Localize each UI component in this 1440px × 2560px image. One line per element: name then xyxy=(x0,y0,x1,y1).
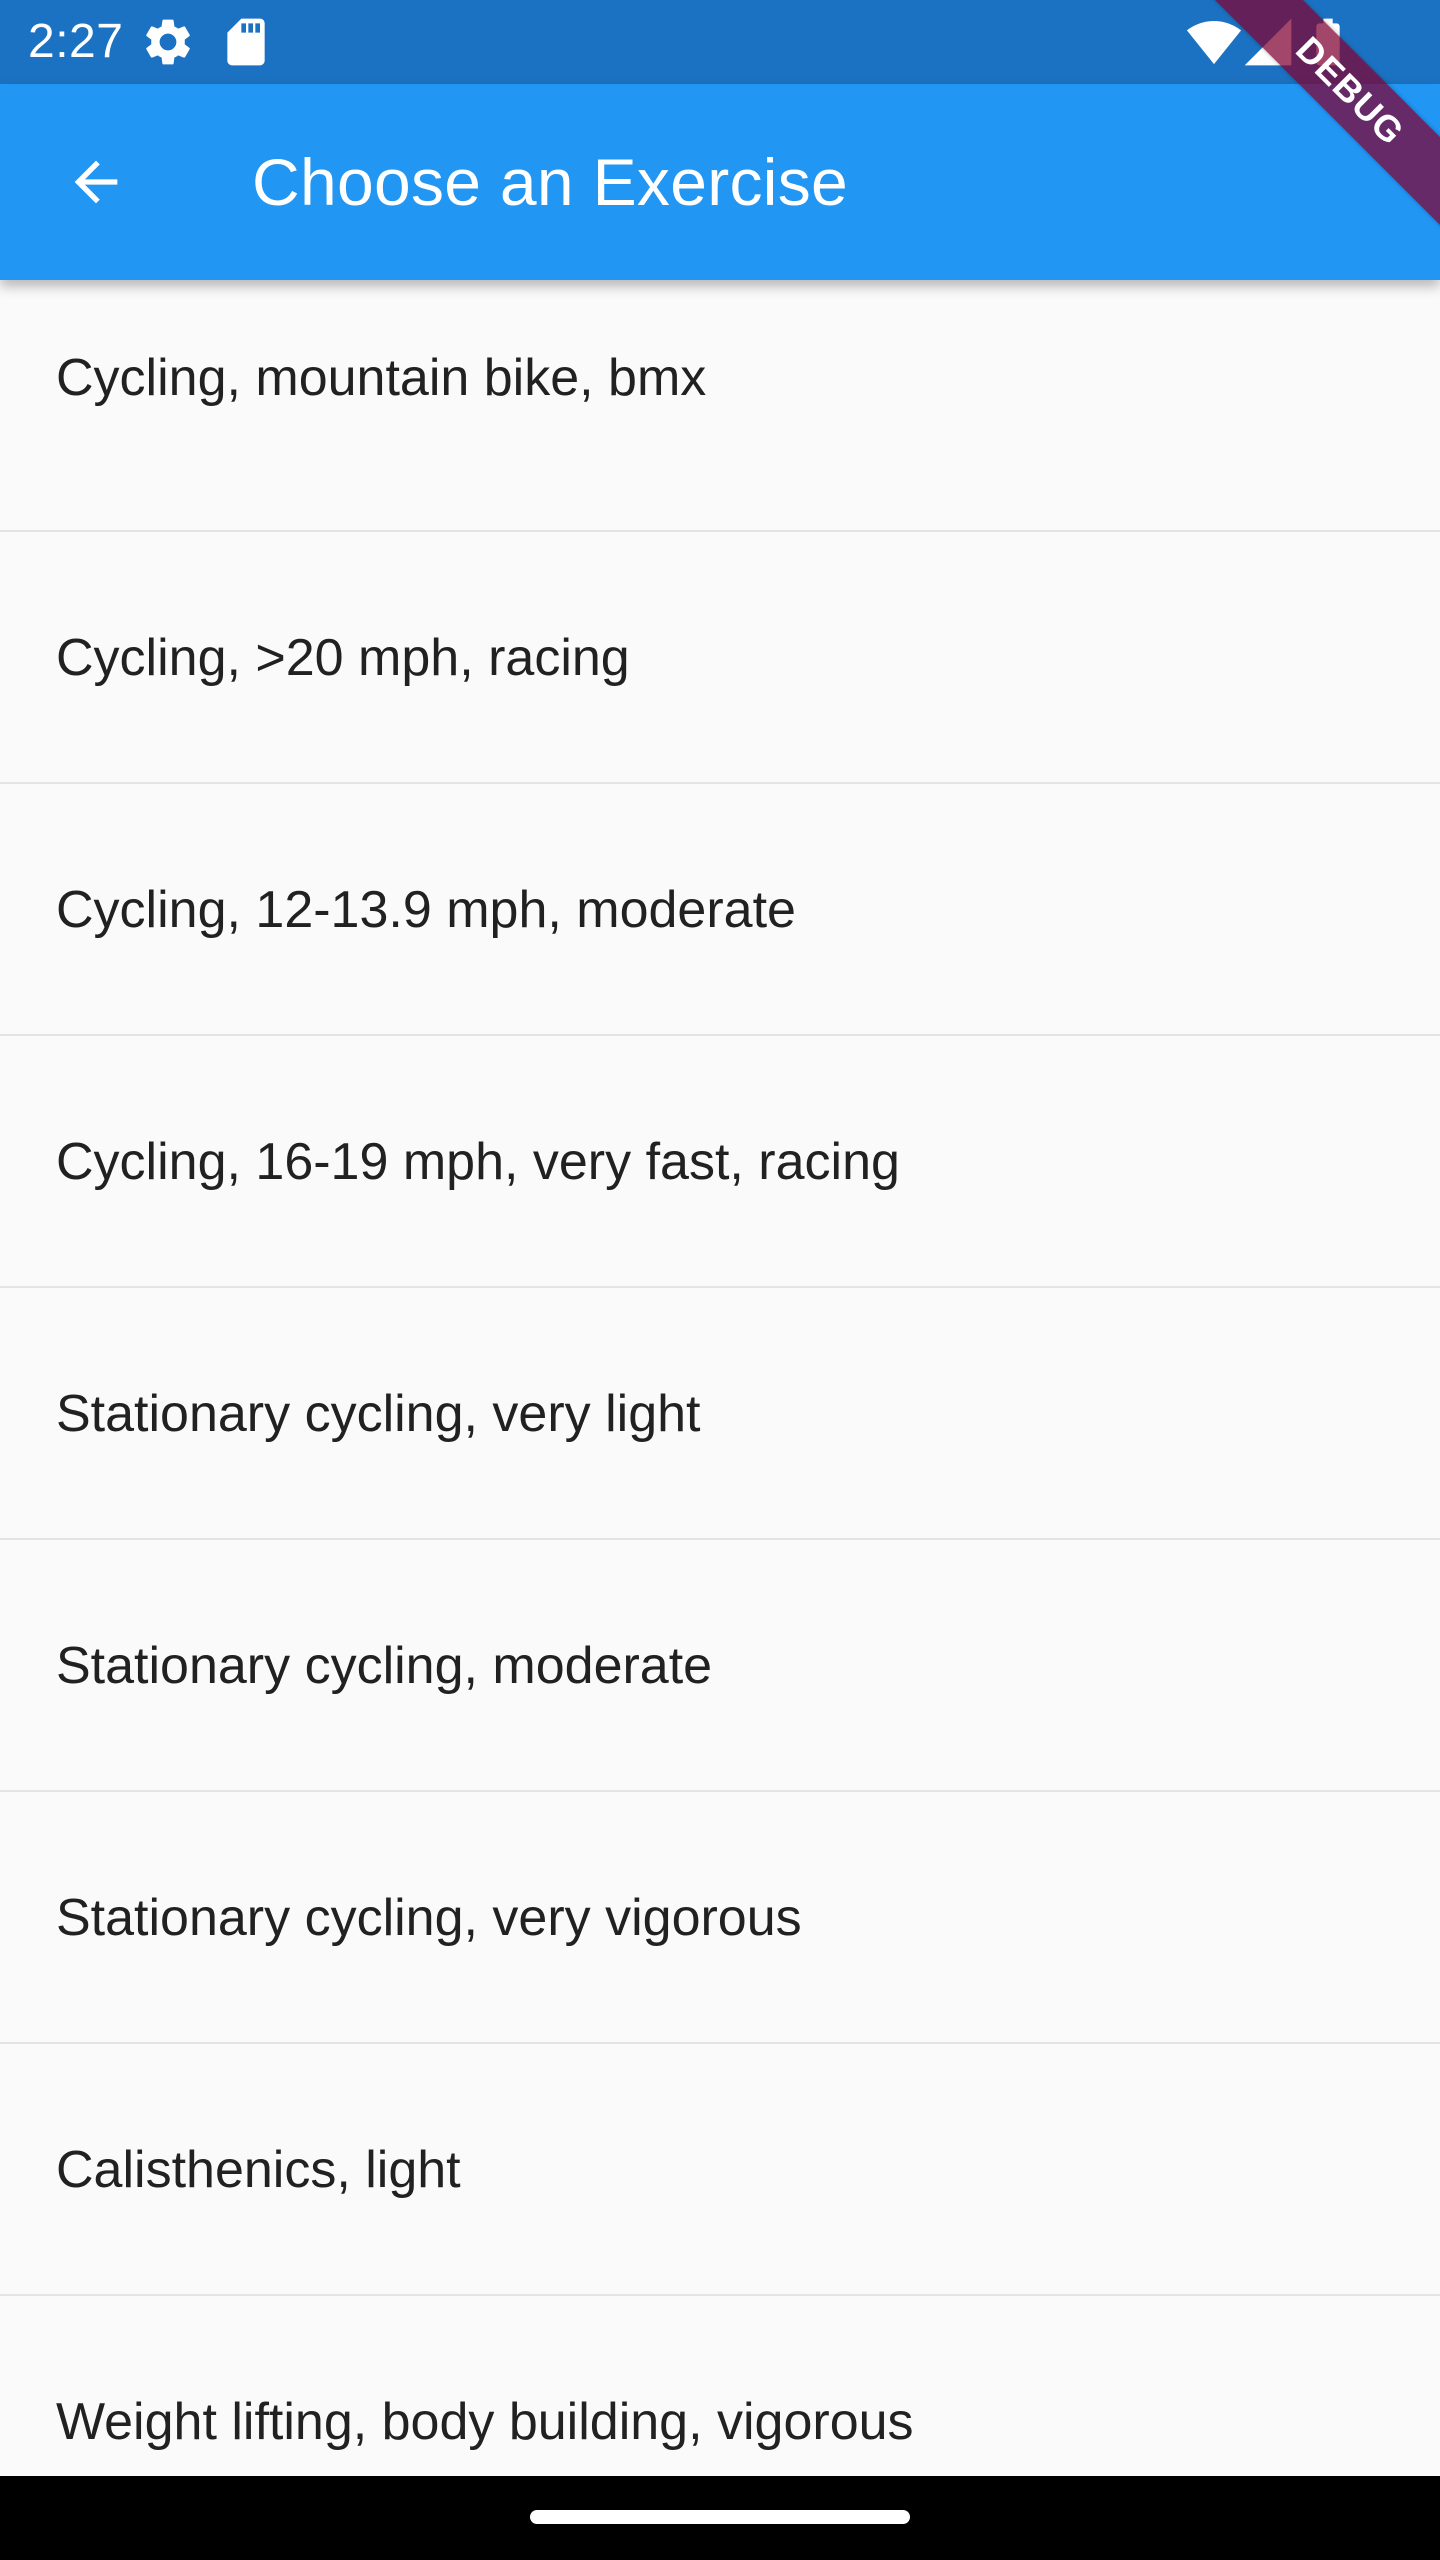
exercise-list-item[interactable]: Weight lifting, body building, vigorous xyxy=(0,2296,1440,2476)
settings-gear-icon xyxy=(140,14,196,70)
app-bar: Choose an Exercise xyxy=(0,84,1440,280)
page-title: Choose an Exercise xyxy=(252,145,849,219)
status-bar: 2:27 xyxy=(0,0,1440,84)
exercise-list-item[interactable]: Cycling, >20 mph, racing xyxy=(0,532,1440,784)
exercise-list-item[interactable]: Stationary cycling, very light xyxy=(0,1288,1440,1540)
home-indicator-pill[interactable] xyxy=(530,2510,910,2524)
exercise-label: Cycling, 16-19 mph, very fast, racing xyxy=(56,1133,900,1191)
exercise-label: Stationary cycling, very vigorous xyxy=(56,1889,802,1947)
exercise-list-item[interactable]: Cycling, 12-13.9 mph, moderate xyxy=(0,784,1440,1036)
exercise-label: Stationary cycling, moderate xyxy=(56,1637,713,1695)
exercise-list-item[interactable]: Stationary cycling, moderate xyxy=(0,1540,1440,1792)
exercise-list: Cycling, mountain bike, bmx Cycling, >20… xyxy=(0,280,1440,2476)
exercise-label: Cycling, >20 mph, racing xyxy=(56,629,630,687)
exercise-label: Calisthenics, light xyxy=(56,2141,461,2199)
exercise-list-item[interactable]: Cycling, 16-19 mph, very fast, racing xyxy=(0,1036,1440,1288)
back-button[interactable] xyxy=(44,130,148,234)
exercise-list-item[interactable]: Stationary cycling, very vigorous xyxy=(0,1792,1440,2044)
exercise-label: Cycling, mountain bike, bmx xyxy=(56,349,707,407)
exercise-label: Weight lifting, body building, vigorous xyxy=(56,2393,914,2451)
sd-card-icon xyxy=(218,14,274,70)
exercise-list-item[interactable]: Calisthenics, light xyxy=(0,2044,1440,2296)
arrow-back-icon xyxy=(64,150,128,214)
exercise-list-item[interactable]: Cycling, mountain bike, bmx xyxy=(0,280,1440,532)
navigation-bar xyxy=(0,2476,1440,2560)
wifi-icon xyxy=(1186,14,1242,70)
screen: 2:27 Choose an Exercise DEBUG Cycling, m… xyxy=(0,0,1440,2560)
status-time: 2:27 xyxy=(28,15,124,68)
exercise-label: Stationary cycling, very light xyxy=(56,1385,701,1443)
exercise-label: Cycling, 12-13.9 mph, moderate xyxy=(56,881,796,939)
